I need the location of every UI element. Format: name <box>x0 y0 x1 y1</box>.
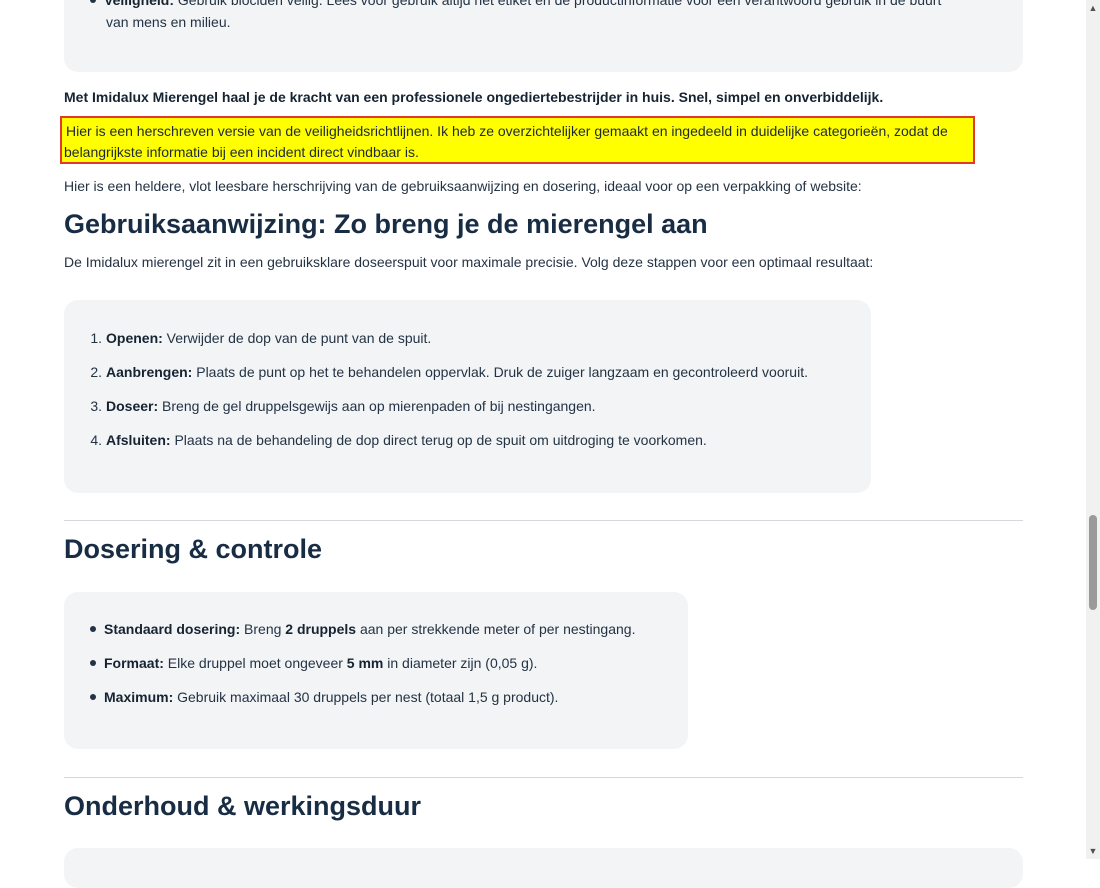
step-item: 4. Afsluiten: Plaats na de behandeling de… <box>90 432 707 448</box>
section-heading-maintenance: Onderhoud & werkingsduur <box>64 791 422 821</box>
section-divider <box>64 777 1023 778</box>
maintenance-card <box>64 848 1023 888</box>
step-item: 1. Openen: Verwijder de dop van de punt v… <box>90 330 432 346</box>
scrollbar-thumb[interactable] <box>1089 515 1097 610</box>
section-heading-usage: Gebruiksaanwijzing: Zo breng je de miere… <box>64 209 708 239</box>
bullet-icon <box>90 694 96 701</box>
bullet-icon <box>90 0 96 4</box>
safety-text-line2: van mens en milieu. <box>106 14 231 30</box>
highlighted-line-2: belangrijkste informatie bij een inciden… <box>64 144 419 160</box>
safety-text-line1: Gebruik biociden veilig. Lees voor gebru… <box>177 0 942 8</box>
section-divider <box>64 520 1023 521</box>
bullet-icon <box>90 660 96 667</box>
usage-intro: De Imidalux mierengel zit in een gebruik… <box>64 254 874 270</box>
vertical-scrollbar[interactable]: ▲ ▼ <box>1086 0 1100 859</box>
intro-bold-text: Met Imidalux Mierengel haal je de kracht… <box>64 89 884 105</box>
bullet-icon <box>90 626 96 633</box>
step-item: 3. Doseer: Breng de gel druppelsgewijs aa… <box>90 398 596 414</box>
safety-item: Veiligheid: Gebruik biociden veilig. Lee… <box>90 0 941 11</box>
section-heading-dosage: Dosering & controle <box>64 534 323 564</box>
page-content: Veiligheid: Gebruik biociden veilig. Lee… <box>0 0 1086 888</box>
dosage-item: Formaat: Elke druppel moet ongeveer 5 mm… <box>90 652 537 674</box>
step-item: 2. Aanbrengen: Plaats de punt op het te b… <box>90 364 808 380</box>
scroll-up-icon[interactable]: ▲ <box>1086 0 1100 16</box>
safety-label: Veiligheid: <box>104 0 175 8</box>
highlighted-line-1: Hier is een herschreven versie van de ve… <box>66 123 948 139</box>
scroll-down-icon[interactable]: ▼ <box>1086 843 1100 859</box>
intro-text: Hier is een heldere, vlot leesbare hersc… <box>64 178 862 194</box>
dosage-item: Standaard dosering: Breng 2 druppels aan… <box>90 618 635 640</box>
dosage-item: Maximum: Gebruik maximaal 30 druppels pe… <box>90 686 558 708</box>
